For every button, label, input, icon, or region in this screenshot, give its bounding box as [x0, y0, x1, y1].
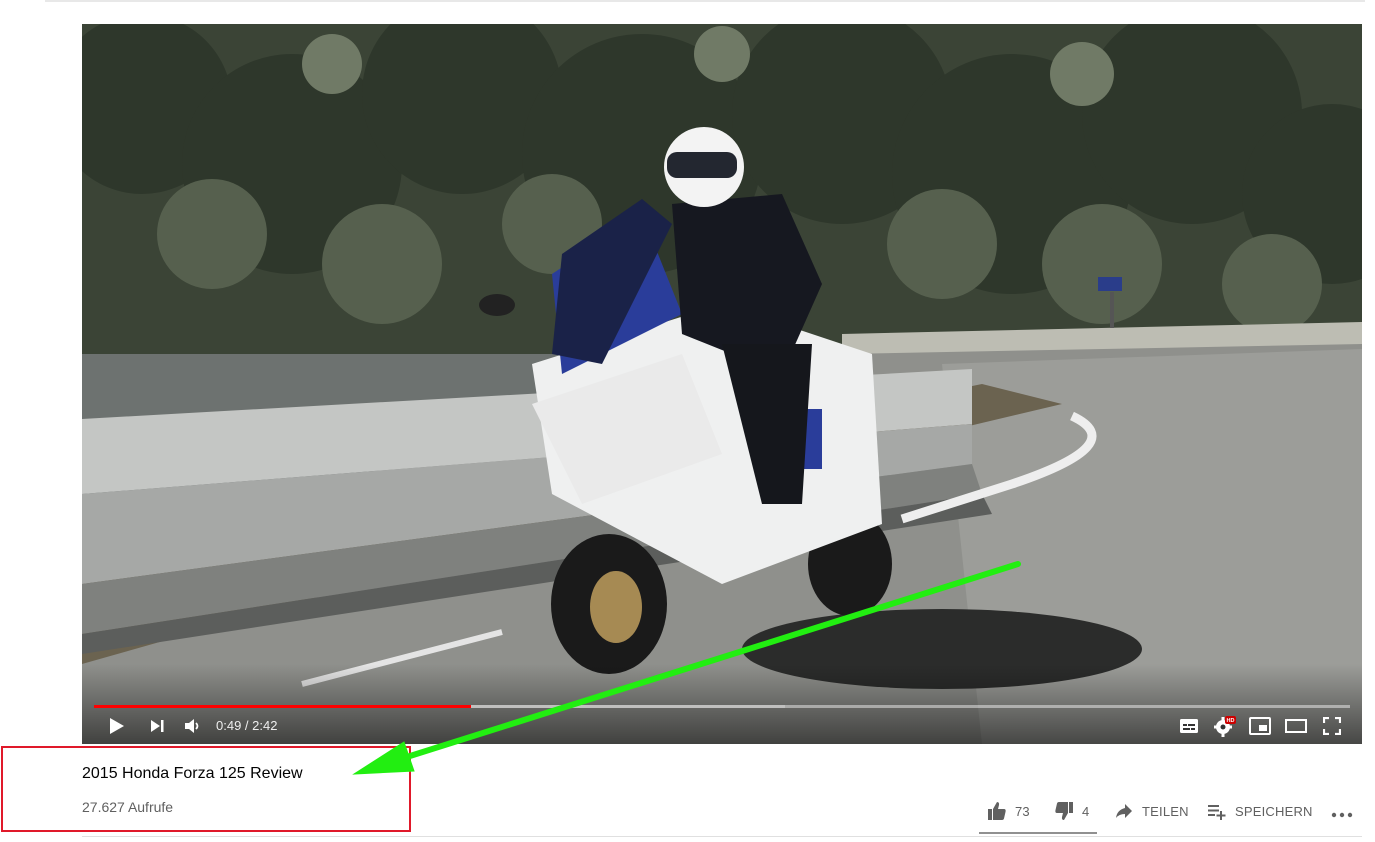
dislike-button[interactable]: 4	[1054, 797, 1089, 825]
fullscreen-icon	[1323, 717, 1341, 735]
progress-bar[interactable]	[94, 705, 1350, 708]
annotation-highlight-box	[1, 746, 411, 832]
theater-icon	[1285, 719, 1307, 733]
miniplayer-button[interactable]	[1246, 712, 1274, 740]
time-separator: /	[241, 718, 253, 733]
current-time: 0:49	[216, 718, 242, 733]
next-button[interactable]	[144, 712, 170, 740]
share-icon	[1116, 804, 1132, 818]
video-player[interactable]: 0:49 / 2:42 HD	[82, 24, 1362, 744]
duration: 2:42	[252, 718, 278, 733]
volume-icon	[185, 719, 199, 733]
like-count: 73	[1015, 803, 1030, 819]
miniplayer-icon	[1249, 717, 1271, 735]
play-button[interactable]	[102, 712, 130, 740]
save-button[interactable]: SPEICHERN	[1207, 797, 1313, 825]
gear-icon: HD	[1214, 716, 1236, 737]
mute-button[interactable]	[179, 712, 205, 740]
save-label: SPEICHERN	[1235, 803, 1313, 819]
play-icon	[110, 718, 124, 734]
theater-mode-button[interactable]	[1282, 712, 1310, 740]
top-divider	[45, 0, 1365, 2]
subtitles-button[interactable]	[1176, 712, 1202, 740]
player-controls: 0:49 / 2:42 HD	[82, 712, 1362, 740]
dislike-count: 4	[1082, 803, 1090, 819]
info-divider	[82, 836, 1362, 837]
more-actions-button[interactable]	[1330, 797, 1354, 825]
playlist-add-icon	[1208, 805, 1226, 820]
time-display: 0:49 / 2:42	[216, 718, 277, 733]
share-button[interactable]: TEILEN	[1114, 797, 1189, 825]
thumbs-up-icon	[988, 802, 1006, 820]
hd-badge: HD	[1227, 718, 1235, 724]
next-icon	[151, 720, 164, 732]
sentiment-bar	[979, 832, 1097, 834]
more-horizontal-icon	[1331, 812, 1353, 818]
settings-button[interactable]: HD	[1210, 712, 1240, 740]
subtitles-icon	[1180, 719, 1198, 733]
share-label: TEILEN	[1142, 803, 1189, 819]
video-frame	[82, 24, 1362, 744]
fullscreen-button[interactable]	[1318, 712, 1346, 740]
like-button[interactable]: 73	[987, 797, 1030, 825]
progress-played	[94, 705, 471, 708]
thumbs-down-icon	[1055, 802, 1073, 820]
